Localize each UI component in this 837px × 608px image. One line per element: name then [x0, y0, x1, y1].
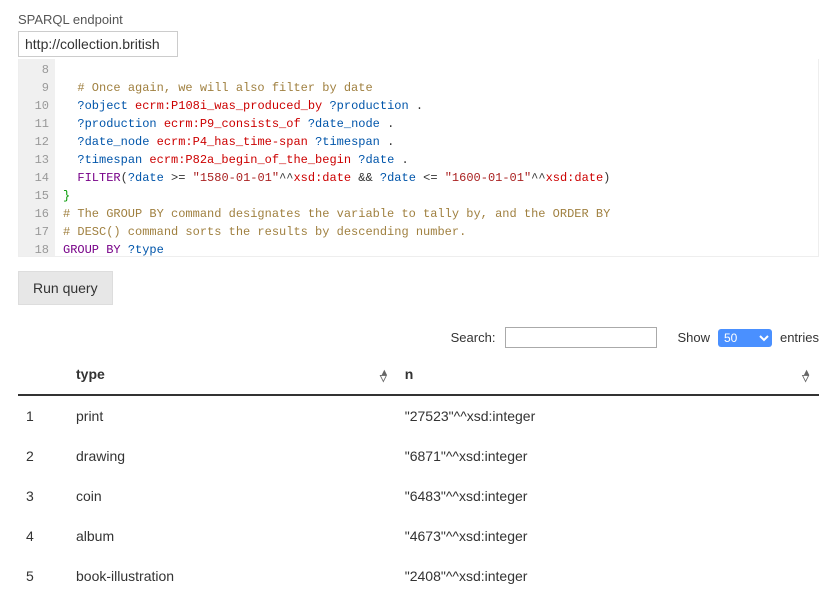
column-header-type-label: type — [76, 366, 105, 382]
cell-n: "6483"^^xsd:integer — [397, 476, 819, 516]
code-line[interactable]: ?production ecrm:P9_consists_of ?date_no… — [63, 115, 810, 133]
row-index: 3 — [18, 476, 68, 516]
code-line[interactable]: ?object ecrm:P108i_was_produced_by ?prod… — [63, 97, 810, 115]
code-line[interactable]: } — [63, 187, 810, 205]
editor-lines[interactable]: # Once again, we will also filter by dat… — [55, 59, 818, 257]
cell-type: coin — [68, 476, 397, 516]
cell-n: "6871"^^xsd:integer — [397, 436, 819, 476]
row-index: 5 — [18, 556, 68, 596]
code-line[interactable]: FILTER(?date >= "1580-01-01"^^xsd:date &… — [63, 169, 810, 187]
cell-n: "27523"^^xsd:integer — [397, 395, 819, 436]
table-row: 3coin"6483"^^xsd:integer — [18, 476, 819, 516]
column-header-index — [18, 356, 68, 395]
sparql-editor[interactable]: 8910111213141516171819 # Once again, we … — [18, 59, 819, 257]
row-index: 4 — [18, 516, 68, 556]
row-index: 2 — [18, 436, 68, 476]
column-header-type[interactable]: type ▲▽ — [68, 356, 397, 395]
column-header-n-label: n — [405, 366, 414, 382]
table-row: 2drawing"6871"^^xsd:integer — [18, 436, 819, 476]
sort-icon[interactable]: ▲▽ — [802, 369, 811, 381]
cell-type: drawing — [68, 436, 397, 476]
cell-type: book-illustration — [68, 556, 397, 596]
run-query-button[interactable]: Run query — [18, 271, 113, 305]
editor-gutter: 8910111213141516171819 — [19, 59, 55, 256]
show-label: Show — [677, 330, 710, 345]
code-line[interactable]: ?date_node ecrm:P4_has_time-span ?timesp… — [63, 133, 810, 151]
table-row: 4album"4673"^^xsd:integer — [18, 516, 819, 556]
endpoint-input[interactable] — [18, 31, 178, 57]
table-controls: Search: Show 50 entries — [18, 327, 819, 348]
code-line[interactable]: # DESC() command sorts the results by de… — [63, 223, 810, 241]
search-label: Search: — [451, 330, 496, 345]
table-row: 1print"27523"^^xsd:integer — [18, 395, 819, 436]
code-line[interactable]: ?timespan ecrm:P82a_begin_of_the_begin ?… — [63, 151, 810, 169]
entries-label: entries — [780, 330, 819, 345]
entries-select[interactable]: 50 — [718, 329, 772, 347]
code-line[interactable]: # The GROUP BY command designates the va… — [63, 205, 810, 223]
endpoint-label: SPARQL endpoint — [18, 12, 819, 27]
search-input[interactable] — [505, 327, 657, 348]
cell-type: album — [68, 516, 397, 556]
results-table: type ▲▽ n ▲▽ 1print"27523"^^xsd:integer2… — [18, 356, 819, 596]
code-line[interactable] — [63, 61, 810, 79]
cell-n: "2408"^^xsd:integer — [397, 556, 819, 596]
code-line[interactable]: # Once again, we will also filter by dat… — [63, 79, 810, 97]
row-index: 1 — [18, 395, 68, 436]
cell-type: print — [68, 395, 397, 436]
column-header-n[interactable]: n ▲▽ — [397, 356, 819, 395]
cell-n: "4673"^^xsd:integer — [397, 516, 819, 556]
table-row: 5book-illustration"2408"^^xsd:integer — [18, 556, 819, 596]
sort-icon[interactable]: ▲▽ — [380, 369, 389, 381]
code-line[interactable]: GROUP BY ?type — [63, 241, 810, 257]
